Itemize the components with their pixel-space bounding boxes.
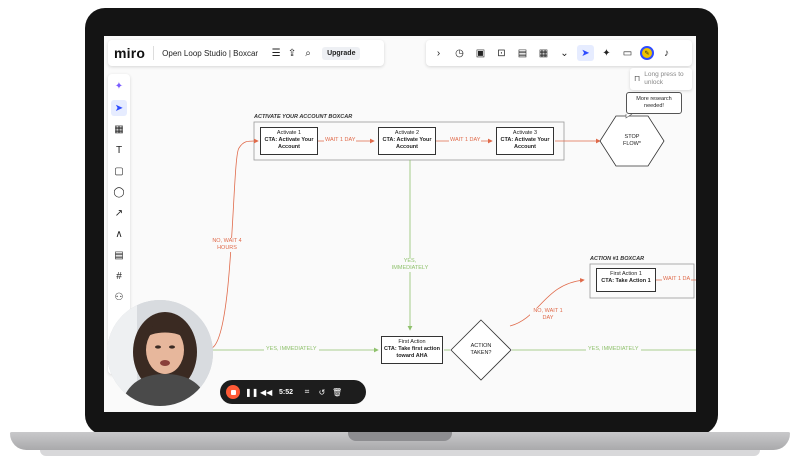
node-title: First Action 1 (610, 271, 642, 277)
laptop-foot (40, 450, 760, 456)
menu-icon[interactable]: ☰ (268, 45, 284, 61)
more-apps-icon[interactable]: ⚇ (111, 289, 127, 305)
text-tool-icon[interactable]: T (111, 142, 127, 158)
sticky-note-icon[interactable]: ▢ (111, 163, 127, 179)
edge-label-yes-immediately: YES, IMMEDIATELY (264, 346, 319, 353)
node-first-action-1[interactable]: First Action 1 CTA: Take Action 1 (596, 268, 656, 292)
section-label-action1: ACTION #1 BOXCAR (590, 256, 645, 262)
comment-icon[interactable]: ▭ (619, 45, 636, 61)
comment-bubble[interactable]: More research needed! (626, 92, 682, 114)
edge-label-yes-immediately: YES, IMMEDIATELY (390, 258, 430, 272)
edge-label-no-wait1: NO, WAIT 1 DAY (530, 308, 566, 322)
node-activate-3[interactable]: Activate 3 CTA: Activate Your Account (496, 127, 554, 155)
grid-icon[interactable]: ⌗ (302, 387, 312, 397)
node-title: Activate 2 (394, 130, 420, 136)
rewind-icon[interactable]: ◀◀ (260, 388, 272, 397)
node-activate-1[interactable]: Activate 1 CTA: Activate Your Account (260, 127, 318, 155)
edge-label-no-wait4: NO, WAIT 4 HOURS (210, 238, 244, 252)
search-icon[interactable]: ⌕ (300, 45, 316, 61)
chevron-right-icon[interactable]: › (430, 45, 447, 61)
divider (153, 46, 155, 60)
edge-label-yes-immediately: YES, IMMEDIATELY (586, 346, 641, 353)
ai-sparkle-icon[interactable]: ✦ (111, 78, 127, 94)
node-cta: CTA: Activate Your Account (382, 137, 432, 150)
connector-icon[interactable]: ↗ (111, 205, 127, 221)
frame-icon[interactable]: # (111, 268, 127, 284)
focus-icon[interactable]: ⊡ (493, 45, 510, 61)
edge-label-wait1: WAIT 1 DAY (324, 137, 357, 144)
voting-icon[interactable]: ▤ (514, 45, 531, 61)
comment-tool-icon[interactable]: ▤ (111, 247, 127, 263)
node-cta: CTA: Activate Your Account (500, 137, 550, 150)
screen-recorder-bar: ❚❚ ◀◀ 5:52 ⌗ ↺ 🗑 (220, 380, 366, 404)
top-right-toolbar: › ◷ ▣ ⊡ ▤ ▦ ⌄ ➤ ✦ ▭ ✎ ♪ (426, 40, 692, 66)
upgrade-button[interactable]: Upgrade (322, 46, 361, 60)
lock-tooltip: ⊓ Long press to unlock (630, 68, 692, 90)
share-icon[interactable]: ⇪ (284, 45, 300, 61)
node-cta: CTA: Take Action 1 (601, 278, 651, 284)
recording-time: 5:52 (279, 388, 294, 396)
webcam-bubble[interactable] (107, 300, 213, 406)
select-tool-icon[interactable]: ➤ (111, 100, 127, 116)
action-taken-label: ACTION TAKEN? (470, 343, 492, 356)
node-title: Activate 3 (512, 130, 538, 136)
stop-recording-button[interactable] (226, 385, 240, 399)
pen-icon[interactable]: ∧ (111, 226, 127, 242)
stop-flow-label: STOP FLOW* (622, 134, 642, 147)
node-first-action[interactable]: First Action CTA: Take first action towa… (381, 336, 443, 364)
lock-tip-text: Long press to unlock (644, 71, 684, 86)
section-label-activate: ACTIVATE YOUR ACCOUNT BOXCAR (254, 114, 353, 120)
restart-icon[interactable]: ↺ (317, 388, 327, 397)
top-bar: miro Open Loop Studio | Boxcar ☰ ⇪ ⌕ Upg… (108, 40, 384, 66)
cursor-icon[interactable]: ➤ (577, 45, 594, 61)
chevron-down-icon[interactable]: ⌄ (556, 45, 573, 61)
pause-icon[interactable]: ❚❚ (245, 388, 258, 397)
miro-logo[interactable]: miro (114, 45, 145, 61)
board-title[interactable]: Open Loop Studio | Boxcar (162, 49, 258, 58)
notes-icon[interactable]: ▦ (535, 45, 552, 61)
celebrate-icon[interactable]: ✦ (598, 45, 615, 61)
node-title: First Action (398, 339, 426, 345)
lock-icon: ⊓ (634, 74, 641, 83)
node-activate-2[interactable]: Activate 2 CTA: Activate Your Account (378, 127, 436, 155)
edge-label-wait1-cut: WAIT 1 DA (662, 276, 692, 283)
trash-icon[interactable]: 🗑 (332, 388, 342, 397)
bell-icon[interactable]: ♪ (658, 45, 675, 61)
templates-icon[interactable]: ▦ (111, 121, 127, 137)
present-icon[interactable]: ▣ (472, 45, 489, 61)
node-title: Activate 1 (276, 130, 302, 136)
presenter-video (107, 300, 213, 406)
node-cta: CTA: Activate Your Account (264, 137, 314, 150)
timer-icon[interactable]: ◷ (451, 45, 468, 61)
laptop-notch (348, 432, 452, 441)
edge-label-wait1: WAIT 1 DAY (449, 137, 482, 144)
avatar[interactable]: ✎ (640, 46, 654, 60)
node-cta: CTA: Take first action toward AHA (383, 346, 441, 359)
shapes-icon[interactable]: ◯ (111, 184, 127, 200)
